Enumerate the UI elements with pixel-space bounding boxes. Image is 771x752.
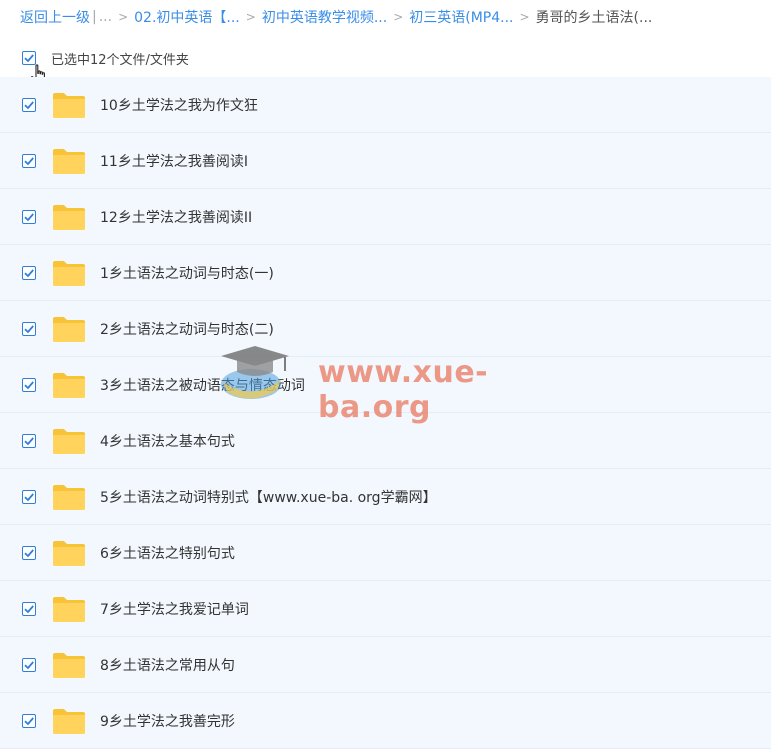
breadcrumb-item-2[interactable]: 初中英语教学视频... — [262, 7, 387, 27]
file-row[interactable]: 6乡土语法之特别句式 — [0, 525, 771, 581]
file-row[interactable]: 9乡土学法之我善完形 — [0, 693, 771, 749]
folder-icon — [53, 596, 85, 622]
file-checkbox[interactable] — [22, 377, 36, 392]
checkmark-icon — [24, 380, 34, 389]
checkmark-icon — [24, 604, 34, 613]
file-row[interactable]: 12乡土学法之我善阅读II — [0, 189, 771, 245]
file-name[interactable]: 10乡土学法之我为作文狂 — [100, 95, 258, 115]
chevron-right-icon: > — [393, 10, 404, 24]
file-name[interactable]: 2乡土语法之动词与时态(二) — [100, 319, 274, 339]
file-name[interactable]: 11乡土学法之我善阅读I — [100, 151, 248, 171]
file-row[interactable]: 2乡土语法之动词与时态(二) — [0, 301, 771, 357]
file-checkbox[interactable] — [22, 265, 36, 280]
file-row[interactable]: 5乡土语法之动词特别式【www.xue-ba. org学霸网】 — [0, 469, 771, 525]
file-checkbox[interactable] — [22, 489, 36, 504]
folder-icon — [53, 540, 85, 566]
file-name[interactable]: 9乡土学法之我善完形 — [100, 711, 235, 731]
back-link[interactable]: 返回上一级 — [20, 7, 90, 27]
file-checkbox[interactable] — [22, 545, 36, 560]
checkmark-icon — [24, 324, 34, 333]
chevron-right-icon: > — [519, 10, 530, 24]
file-name[interactable]: 8乡土语法之常用从句 — [100, 655, 235, 675]
folder-icon — [53, 708, 85, 734]
checkmark-icon — [24, 268, 34, 277]
selection-count-label: 已选中12个文件/文件夹 — [51, 52, 189, 68]
checkmark-icon — [24, 100, 34, 109]
file-row[interactable]: 3乡土语法之被动语态与情态动词 — [0, 357, 771, 413]
file-name[interactable]: 5乡土语法之动词特别式【www.xue-ba. org学霸网】 — [100, 487, 437, 507]
breadcrumb: 返回上一级 | ... > 02.初中英语【... > 初中英语教学视频... … — [20, 6, 652, 28]
folder-icon — [53, 148, 85, 174]
folder-icon — [53, 428, 85, 454]
folder-icon — [53, 92, 85, 118]
file-checkbox[interactable] — [22, 657, 36, 672]
folder-icon — [53, 316, 85, 342]
folder-icon — [53, 204, 85, 230]
breadcrumb-bar: | — [92, 9, 97, 25]
file-checkbox[interactable] — [22, 321, 36, 336]
select-all-checkbox[interactable] — [22, 51, 36, 65]
breadcrumb-item-3[interactable]: 初三英语(MP4... — [409, 7, 513, 27]
checkmark-icon — [24, 716, 34, 725]
selection-header: 已选中12个文件/文件夹 — [0, 40, 771, 76]
file-checkbox[interactable] — [22, 153, 36, 168]
file-name[interactable]: 3乡土语法之被动语态与情态动词 — [100, 375, 305, 395]
folder-icon — [53, 652, 85, 678]
file-checkbox[interactable] — [22, 209, 36, 224]
chevron-right-icon: > — [245, 10, 256, 24]
checkmark-icon — [24, 492, 34, 501]
breadcrumb-item-1[interactable]: 02.初中英语【... — [134, 7, 240, 27]
breadcrumb-ellipsis: ... — [98, 9, 113, 25]
breadcrumb-current: 勇哥的乡土语法(... — [535, 10, 653, 26]
file-checkbox[interactable] — [22, 433, 36, 448]
file-name[interactable]: 12乡土学法之我善阅读II — [100, 207, 252, 227]
file-name[interactable]: 1乡土语法之动词与时态(一) — [100, 263, 274, 283]
file-checkbox[interactable] — [22, 713, 36, 728]
chevron-right-icon: > — [118, 10, 129, 24]
checkmark-icon — [24, 548, 34, 557]
checkmark-icon — [24, 436, 34, 445]
checkmark-icon — [24, 212, 34, 221]
file-checkbox[interactable] — [22, 601, 36, 616]
file-checkbox[interactable] — [22, 97, 36, 112]
folder-icon — [53, 372, 85, 398]
checkmark-icon — [24, 660, 34, 669]
file-name[interactable]: 6乡土语法之特别句式 — [100, 543, 235, 563]
folder-icon — [53, 484, 85, 510]
file-row[interactable]: 11乡土学法之我善阅读I — [0, 133, 771, 189]
file-row[interactable]: 7乡土学法之我爱记单词 — [0, 581, 771, 637]
file-row[interactable]: 8乡土语法之常用从句 — [0, 637, 771, 693]
file-name[interactable]: 7乡土学法之我爱记单词 — [100, 599, 249, 619]
checkmark-icon — [24, 156, 34, 165]
file-name[interactable]: 4乡土语法之基本句式 — [100, 431, 235, 451]
file-row[interactable]: 1乡土语法之动词与时态(一) — [0, 245, 771, 301]
file-list: 10乡土学法之我为作文狂 11乡土学法之我善阅读I 12乡土学法之我善阅读II 1乡土… — [0, 77, 771, 749]
file-row[interactable]: 4乡土语法之基本句式 — [0, 413, 771, 469]
checkmark-icon — [24, 54, 34, 63]
folder-icon — [53, 260, 85, 286]
file-row[interactable]: 10乡土学法之我为作文狂 — [0, 77, 771, 133]
